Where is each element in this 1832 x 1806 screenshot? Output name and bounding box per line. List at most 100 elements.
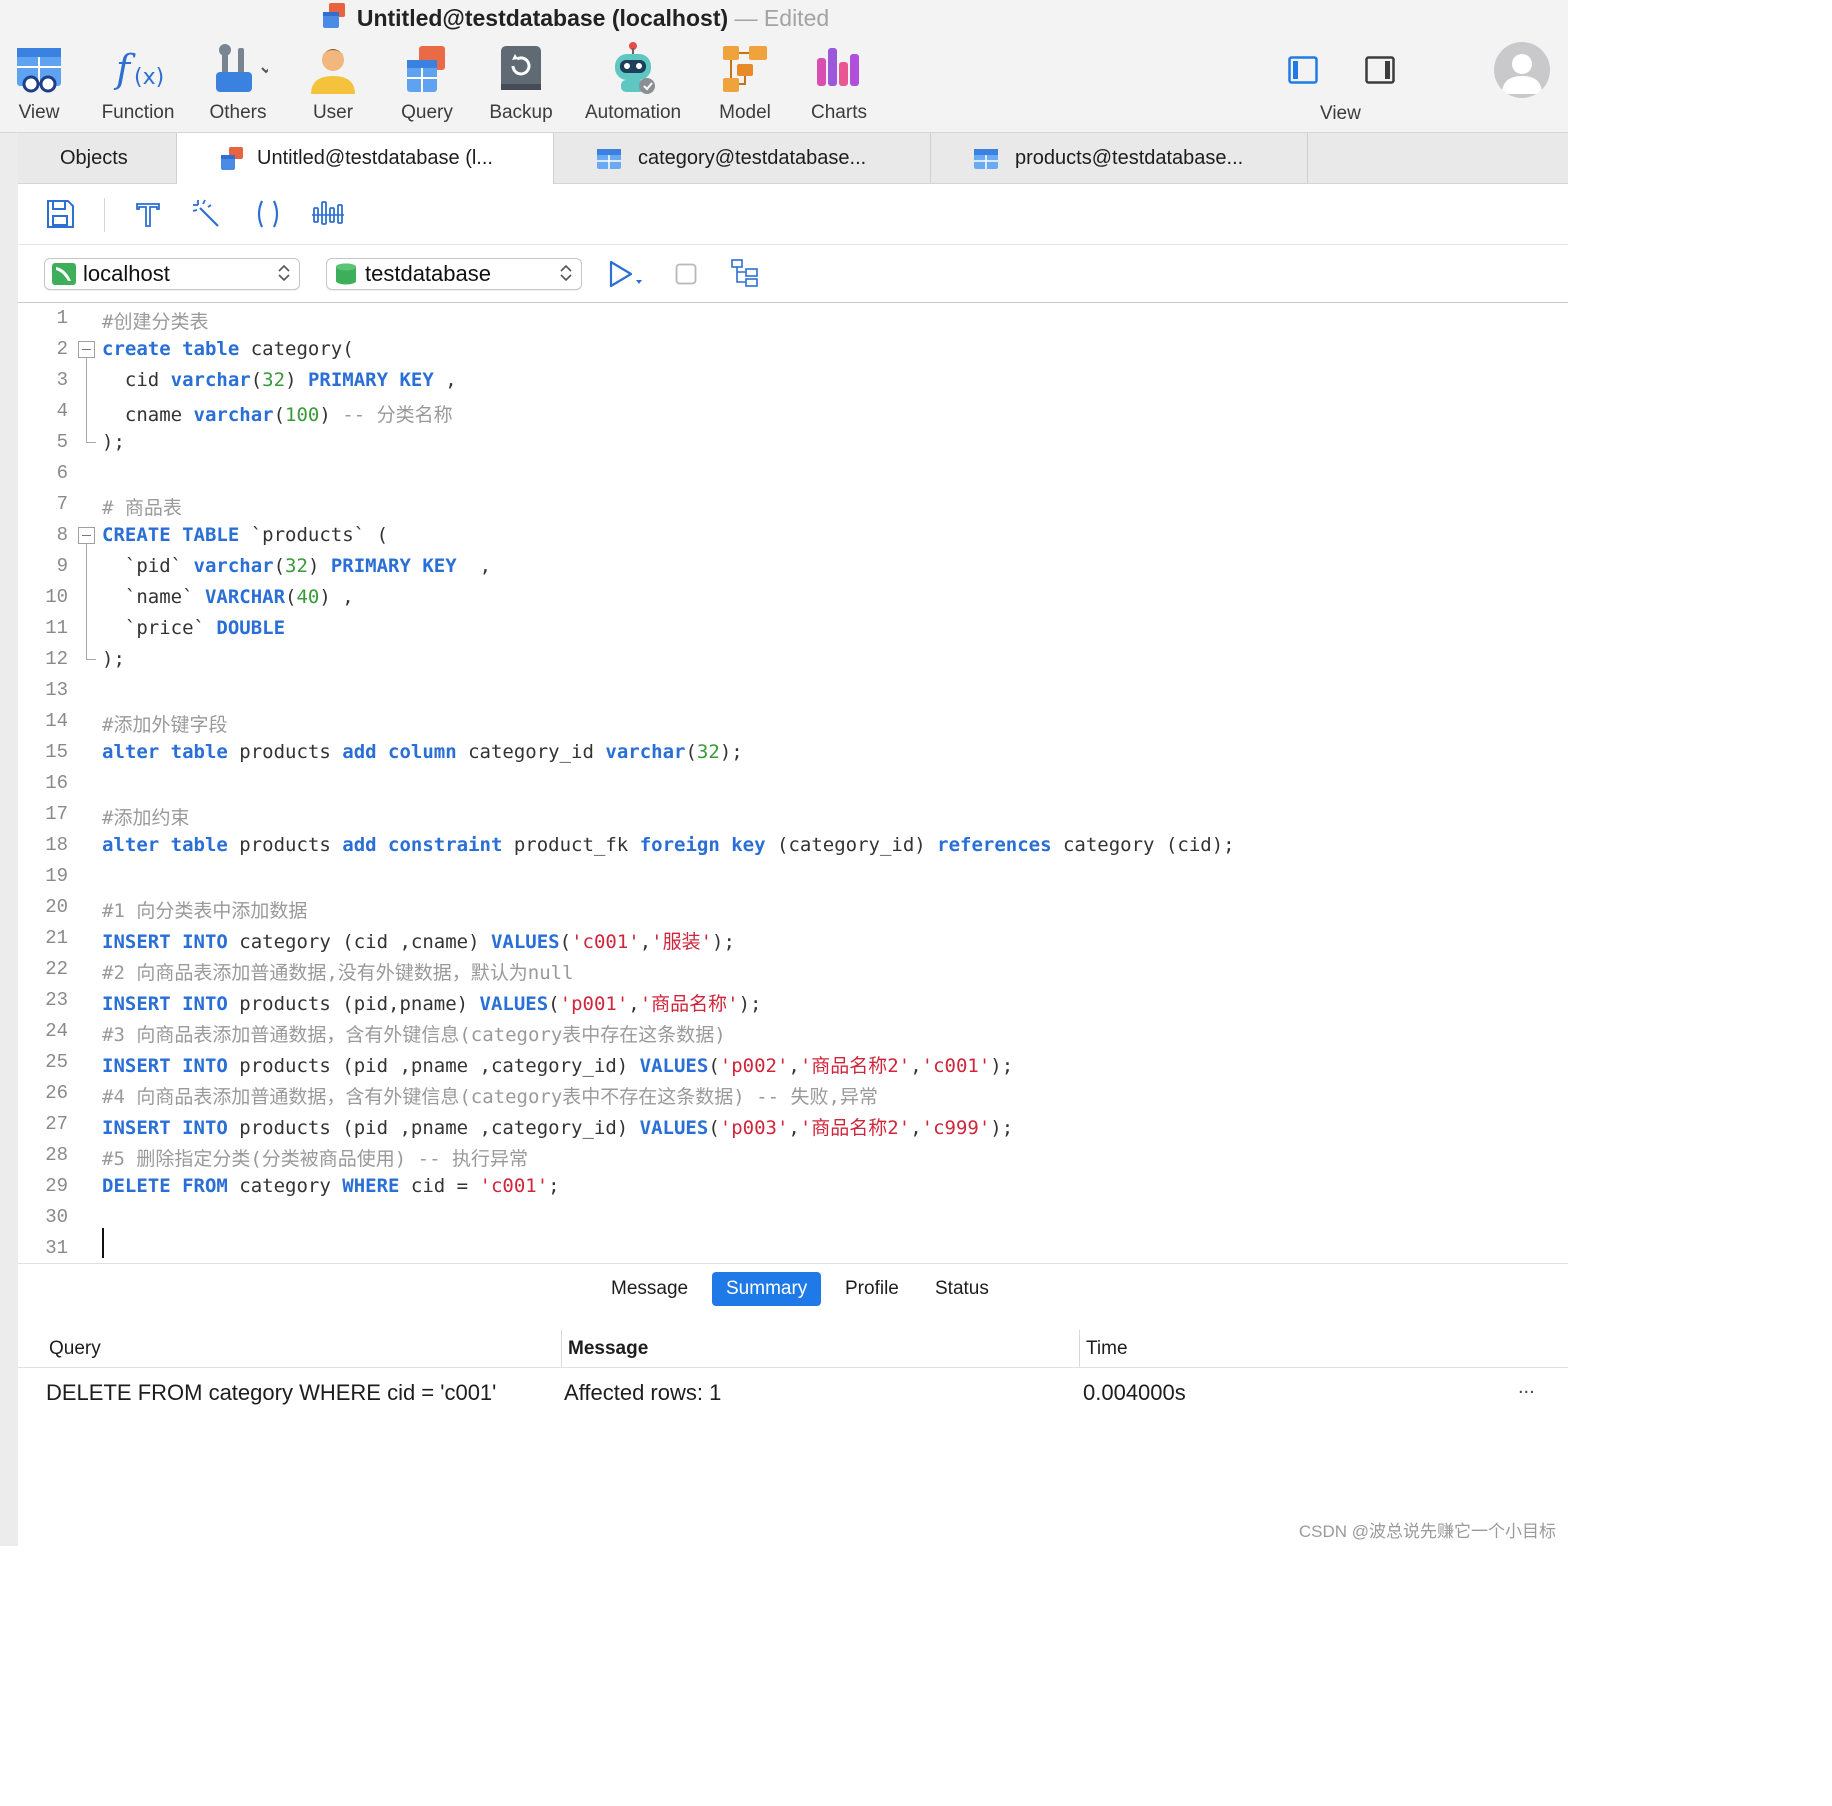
svg-text:f: f (113, 47, 136, 91)
run-icon[interactable] (608, 259, 648, 289)
code-line: #3 向商品表添加普通数据，含有外键信息(category表中存在这条数据) (102, 1024, 726, 1046)
result-tab-summary[interactable]: Summary (712, 1272, 822, 1306)
account-avatar[interactable] (1494, 42, 1550, 98)
toolbar-others-button[interactable]: Others (190, 40, 286, 130)
code-line: #添加外键字段 (102, 714, 228, 736)
fold-toggle[interactable] (78, 341, 95, 358)
code-line: #5 删除指定分类(分类被商品使用) -- 执行异常 (102, 1148, 528, 1170)
robot-icon (615, 42, 655, 94)
line-number: 24 (45, 1020, 68, 1042)
tab-products-table[interactable]: products@testdatabase... (931, 133, 1308, 183)
header-divider (18, 1367, 1568, 1368)
toolbar-user-button[interactable]: User (285, 40, 381, 130)
line-number: 23 (45, 989, 68, 1011)
line-number: 9 (56, 555, 68, 577)
results-table: Query Message Time DELETE FROM category … (18, 1322, 1568, 1546)
line-number: 17 (45, 803, 68, 825)
window-title: Untitled@testdatabase (localhost) — Edit… (0, 2, 1150, 33)
code-line: cname varchar(100) -- 分类名称 (102, 404, 453, 426)
code-line: `name` VARCHAR(40) , (102, 586, 354, 608)
query-icon (407, 46, 445, 92)
code-line: ); (102, 431, 125, 453)
sql-editor[interactable]: 1 2 3 4 5 6 7 8 9 10 11 12 13 14 15 16 1… (18, 303, 1568, 1263)
column-header-query[interactable]: Query (49, 1330, 101, 1368)
line-number: 6 (56, 462, 68, 484)
toolbar-others-label: Others (209, 102, 267, 123)
line-number: 19 (45, 865, 68, 887)
fold-guide (86, 358, 87, 442)
line-number: 31 (45, 1237, 68, 1259)
line-number: 13 (45, 679, 68, 701)
line-number: 20 (45, 896, 68, 918)
toolbar-model-button[interactable]: Model (697, 40, 793, 130)
toolbar-backup-button[interactable]: Backup (473, 40, 569, 130)
code-line: create table category( (102, 338, 354, 360)
toolbar-view-button[interactable]: View (0, 40, 87, 130)
toolbar-backup-label: Backup (489, 102, 553, 123)
result-tab-bar: Message Summary Profile Status (18, 1263, 1568, 1323)
tab-category-table[interactable]: category@testdatabase... (554, 133, 931, 183)
parentheses-icon[interactable] (250, 196, 286, 232)
stop-icon[interactable] (675, 263, 697, 285)
magic-wand-icon[interactable] (190, 196, 226, 232)
toolbar-divider (104, 198, 105, 232)
database-select[interactable]: testdatabase (326, 258, 582, 290)
line-number: 28 (45, 1144, 68, 1166)
toolbar-charts-label: Charts (811, 102, 867, 123)
right-panel-toggle-icon[interactable] (1365, 56, 1395, 84)
table-icon (597, 149, 621, 169)
toolbar-automation-button[interactable]: Automation (585, 40, 681, 130)
explain-tree-icon[interactable] (730, 258, 760, 288)
code-line: # 商品表 (102, 497, 182, 519)
table-icon (974, 149, 998, 169)
explain-chart-icon[interactable] (310, 196, 346, 232)
text-caret (102, 1228, 104, 1258)
toolbar-automation-label: Automation (585, 102, 682, 123)
tab-untitled-query[interactable]: Untitled@testdatabase (l... (177, 133, 554, 184)
result-tab-message[interactable]: Message (597, 1272, 702, 1306)
line-number: 18 (45, 834, 68, 856)
function-fx-icon: f (x) (113, 47, 164, 91)
toolbar-function-button[interactable]: f (x) Function (90, 40, 186, 130)
line-number: 25 (45, 1051, 68, 1073)
line-number: 2 (56, 338, 68, 360)
code-line: `price` DOUBLE (102, 617, 286, 639)
line-number: 29 (45, 1175, 68, 1197)
left-panel-toggle-icon[interactable] (1288, 56, 1318, 84)
line-number: 15 (45, 741, 68, 763)
toolbar-query-button[interactable]: Query (379, 40, 475, 130)
server-select[interactable]: localhost (44, 258, 300, 290)
line-number: 11 (45, 617, 68, 639)
cell-time: 0.004000s (1083, 1380, 1186, 1405)
cell-query: DELETE FROM category WHERE cid = 'c001' (46, 1380, 497, 1405)
line-number: 3 (56, 369, 68, 391)
tools-icon (216, 44, 268, 92)
query-file-icon (221, 147, 243, 170)
code-line: #创建分类表 (102, 311, 209, 333)
line-number: 4 (56, 400, 68, 422)
fold-toggle[interactable] (78, 527, 95, 544)
result-tab-profile[interactable]: Profile (831, 1272, 913, 1306)
line-number: 21 (45, 927, 68, 949)
toolbar-query-label: Query (401, 102, 453, 123)
format-text-icon[interactable] (130, 196, 166, 232)
svg-text:(x): (x) (134, 65, 164, 90)
line-number: 5 (56, 431, 68, 453)
column-header-time[interactable]: Time (1079, 1330, 1128, 1368)
code-line: cid varchar(32) PRIMARY KEY , (102, 369, 457, 391)
code-line: #1 向分类表中添加数据 (102, 900, 308, 922)
column-header-message[interactable]: Message (561, 1330, 648, 1368)
toolbar-view-label: View (18, 102, 60, 123)
line-number: 12 (45, 648, 68, 670)
code-line: alter table products add constraint prod… (102, 834, 1235, 856)
connection-bar: localhost testdatabase (18, 245, 1568, 303)
fold-guide (86, 544, 87, 659)
save-icon[interactable] (42, 196, 78, 232)
result-tab-status[interactable]: Status (921, 1272, 1003, 1306)
tab-objects[interactable]: Objects (18, 133, 177, 183)
left-gutter (0, 133, 19, 1546)
view-table-icon (17, 48, 61, 93)
more-options-button[interactable]: ... (1518, 1376, 1535, 1399)
chevron-updown-icon (278, 264, 290, 282)
toolbar-charts-button[interactable]: Charts (791, 40, 887, 130)
